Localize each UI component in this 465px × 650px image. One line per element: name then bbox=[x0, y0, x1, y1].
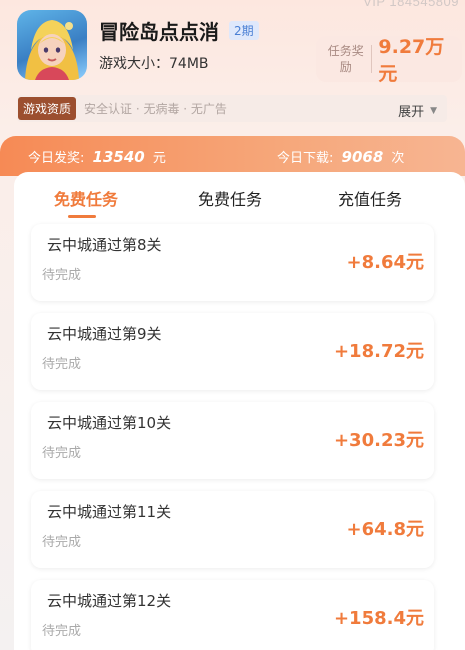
task-title: 云中城通过第8关 bbox=[47, 236, 162, 254]
task-status: 待完成 bbox=[42, 535, 82, 550]
vip-id: VIP 184545809 bbox=[363, 0, 459, 9]
task-status: 待完成 bbox=[42, 268, 82, 283]
task-reward: +158.4元 bbox=[333, 608, 424, 629]
task-card[interactable]: 云中城通过第10关 待完成 +30.23元 bbox=[31, 402, 434, 479]
task-card[interactable]: 云中城通过第11关 待完成 +64.8元 bbox=[31, 491, 434, 568]
app-size: 游戏大小：74MB bbox=[99, 56, 209, 72]
task-panel: 免费任务 免费任务 充值任务 云中城通过第8关 待完成 +8.64元 云中城通过… bbox=[14, 172, 465, 650]
task-reward: +18.72元 bbox=[333, 341, 424, 362]
stats-bar: 今日发奖: 13540 元 今日下载: 9068 次 bbox=[0, 136, 465, 176]
qualification-text: 安全认证 · 无病毒 · 无广告 bbox=[84, 102, 227, 116]
task-card[interactable]: 云中城通过第12关 待完成 +158.4元 bbox=[31, 580, 434, 650]
app-title: 冒险岛点点消 bbox=[99, 20, 219, 44]
downloads-value: 9068 bbox=[341, 148, 384, 166]
task-status: 待完成 bbox=[42, 624, 82, 639]
payout-label: 今日发奖: bbox=[28, 151, 85, 166]
tab-free-tasks-2[interactable]: 免费任务 bbox=[198, 186, 262, 210]
divider bbox=[371, 45, 373, 73]
task-reward-box: 任务奖励 9.27万元 bbox=[316, 36, 462, 85]
task-tabs: 免费任务 免费任务 充值任务 bbox=[14, 172, 465, 224]
qualification-tag: 游戏资质 bbox=[18, 97, 77, 120]
task-reward: +30.23元 bbox=[333, 430, 424, 451]
tab-free-tasks[interactable]: 免费任务 bbox=[54, 186, 118, 210]
task-title: 云中城通过第12关 bbox=[47, 592, 172, 610]
active-tab-indicator bbox=[68, 215, 96, 218]
reward-label: 任务奖励 bbox=[327, 44, 364, 74]
app-icon bbox=[17, 10, 87, 80]
payout-value: 13540 bbox=[92, 148, 145, 166]
task-status: 待完成 bbox=[42, 357, 82, 372]
task-status: 待完成 bbox=[42, 446, 82, 461]
expand-label: 展开 bbox=[398, 105, 425, 120]
expand-button[interactable]: 展开 ▼ bbox=[398, 101, 437, 120]
downloads-label: 今日下载: bbox=[277, 151, 334, 166]
task-title: 云中城通过第10关 bbox=[47, 414, 172, 432]
payout-unit: 元 bbox=[152, 151, 166, 166]
chevron-down-icon: ▼ bbox=[430, 105, 437, 116]
task-list: 云中城通过第8关 待完成 +8.64元 云中城通过第9关 待完成 +18.72元… bbox=[14, 224, 465, 650]
tab-recharge-tasks[interactable]: 充值任务 bbox=[338, 186, 402, 210]
downloads-unit: 次 bbox=[391, 151, 405, 166]
downloads-stat: 今日下载: 9068 次 bbox=[277, 147, 404, 166]
task-reward: +64.8元 bbox=[346, 519, 425, 540]
task-reward: +8.64元 bbox=[346, 252, 425, 273]
reward-total: 9.27万元 bbox=[378, 36, 445, 85]
qualification-bar: 游戏资质 安全认证 · 无病毒 · 无广告 展开 ▼ bbox=[17, 95, 447, 122]
task-card[interactable]: 云中城通过第9关 待完成 +18.72元 bbox=[31, 313, 434, 390]
app-title-row: 冒险岛点点消 2期 bbox=[99, 16, 259, 45]
task-title: 云中城通过第9关 bbox=[47, 325, 162, 343]
task-title: 云中城通过第11关 bbox=[47, 503, 172, 521]
payout-stat: 今日发奖: 13540 元 bbox=[28, 147, 166, 166]
task-card[interactable]: 云中城通过第8关 待完成 +8.64元 bbox=[31, 224, 434, 301]
period-badge: 2期 bbox=[229, 21, 259, 40]
